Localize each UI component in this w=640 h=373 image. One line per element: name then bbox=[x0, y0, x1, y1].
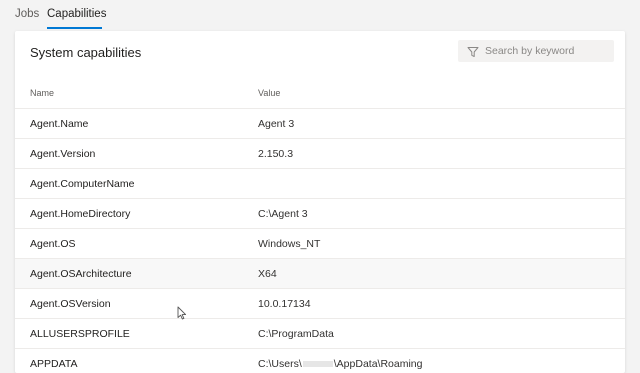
capability-name: Agent.OSArchitecture bbox=[30, 268, 132, 280]
table-row[interactable]: APPDATA C:\Users\ \AppData\Roaming bbox=[15, 349, 625, 373]
capability-value: C:\Agent 3 bbox=[258, 208, 308, 220]
capability-name: ALLUSERSPROFILE bbox=[30, 328, 130, 340]
capability-name: Agent.Version bbox=[30, 148, 96, 160]
table-header: Name Value bbox=[15, 81, 625, 109]
tab-jobs[interactable]: Jobs bbox=[15, 8, 39, 20]
table-row[interactable]: Agent.Version 2.150.3 bbox=[15, 139, 625, 169]
redacted-username bbox=[302, 361, 333, 368]
filter-icon bbox=[467, 45, 479, 57]
capability-name: Agent.OS bbox=[30, 238, 76, 250]
capability-name: Agent.HomeDirectory bbox=[30, 208, 131, 220]
search-box[interactable] bbox=[458, 40, 614, 62]
capability-name: Agent.ComputerName bbox=[30, 178, 135, 190]
value-suffix: \AppData\Roaming bbox=[333, 358, 423, 370]
capability-value: C:\Users\ \AppData\Roaming bbox=[258, 358, 422, 370]
table-row[interactable]: Agent.OSArchitecture X64 bbox=[15, 259, 625, 289]
capability-value: Agent 3 bbox=[258, 118, 295, 130]
table-row[interactable]: Agent.Name Agent 3 bbox=[15, 109, 625, 139]
capability-value: C:\ProgramData bbox=[258, 328, 334, 340]
table-row[interactable]: Agent.ComputerName bbox=[15, 169, 625, 199]
table-row[interactable]: ALLUSERSPROFILE C:\ProgramData bbox=[15, 319, 625, 349]
capability-value: Windows_NT bbox=[258, 238, 321, 250]
table-row[interactable]: Agent.OSVersion 10.0.17134 bbox=[15, 289, 625, 319]
mouse-cursor-icon bbox=[177, 306, 187, 320]
capability-value: 10.0.17134 bbox=[258, 298, 311, 310]
table-row[interactable]: Agent.OS Windows_NT bbox=[15, 229, 625, 259]
capability-value: 2.150.3 bbox=[258, 148, 294, 160]
capabilities-table-body: Agent.Name Agent 3 Agent.Version 2.150.3… bbox=[15, 109, 625, 373]
column-header-name[interactable]: Name bbox=[30, 88, 54, 98]
capability-value: X64 bbox=[258, 268, 277, 280]
column-header-value[interactable]: Value bbox=[258, 88, 280, 98]
capabilities-card: System capabilities Name Value Agent.Nam… bbox=[15, 31, 625, 373]
capability-name: Agent.OSVersion bbox=[30, 298, 111, 310]
tab-bar: Jobs Capabilities bbox=[0, 0, 640, 30]
value-prefix: C:\Users\ bbox=[258, 358, 302, 370]
search-input[interactable] bbox=[485, 45, 605, 57]
capability-name: APPDATA bbox=[30, 358, 78, 370]
active-tab-indicator bbox=[47, 27, 102, 29]
capability-name: Agent.Name bbox=[30, 118, 89, 130]
tab-capabilities[interactable]: Capabilities bbox=[47, 8, 106, 20]
card-title: System capabilities bbox=[30, 45, 142, 60]
table-row[interactable]: Agent.HomeDirectory C:\Agent 3 bbox=[15, 199, 625, 229]
